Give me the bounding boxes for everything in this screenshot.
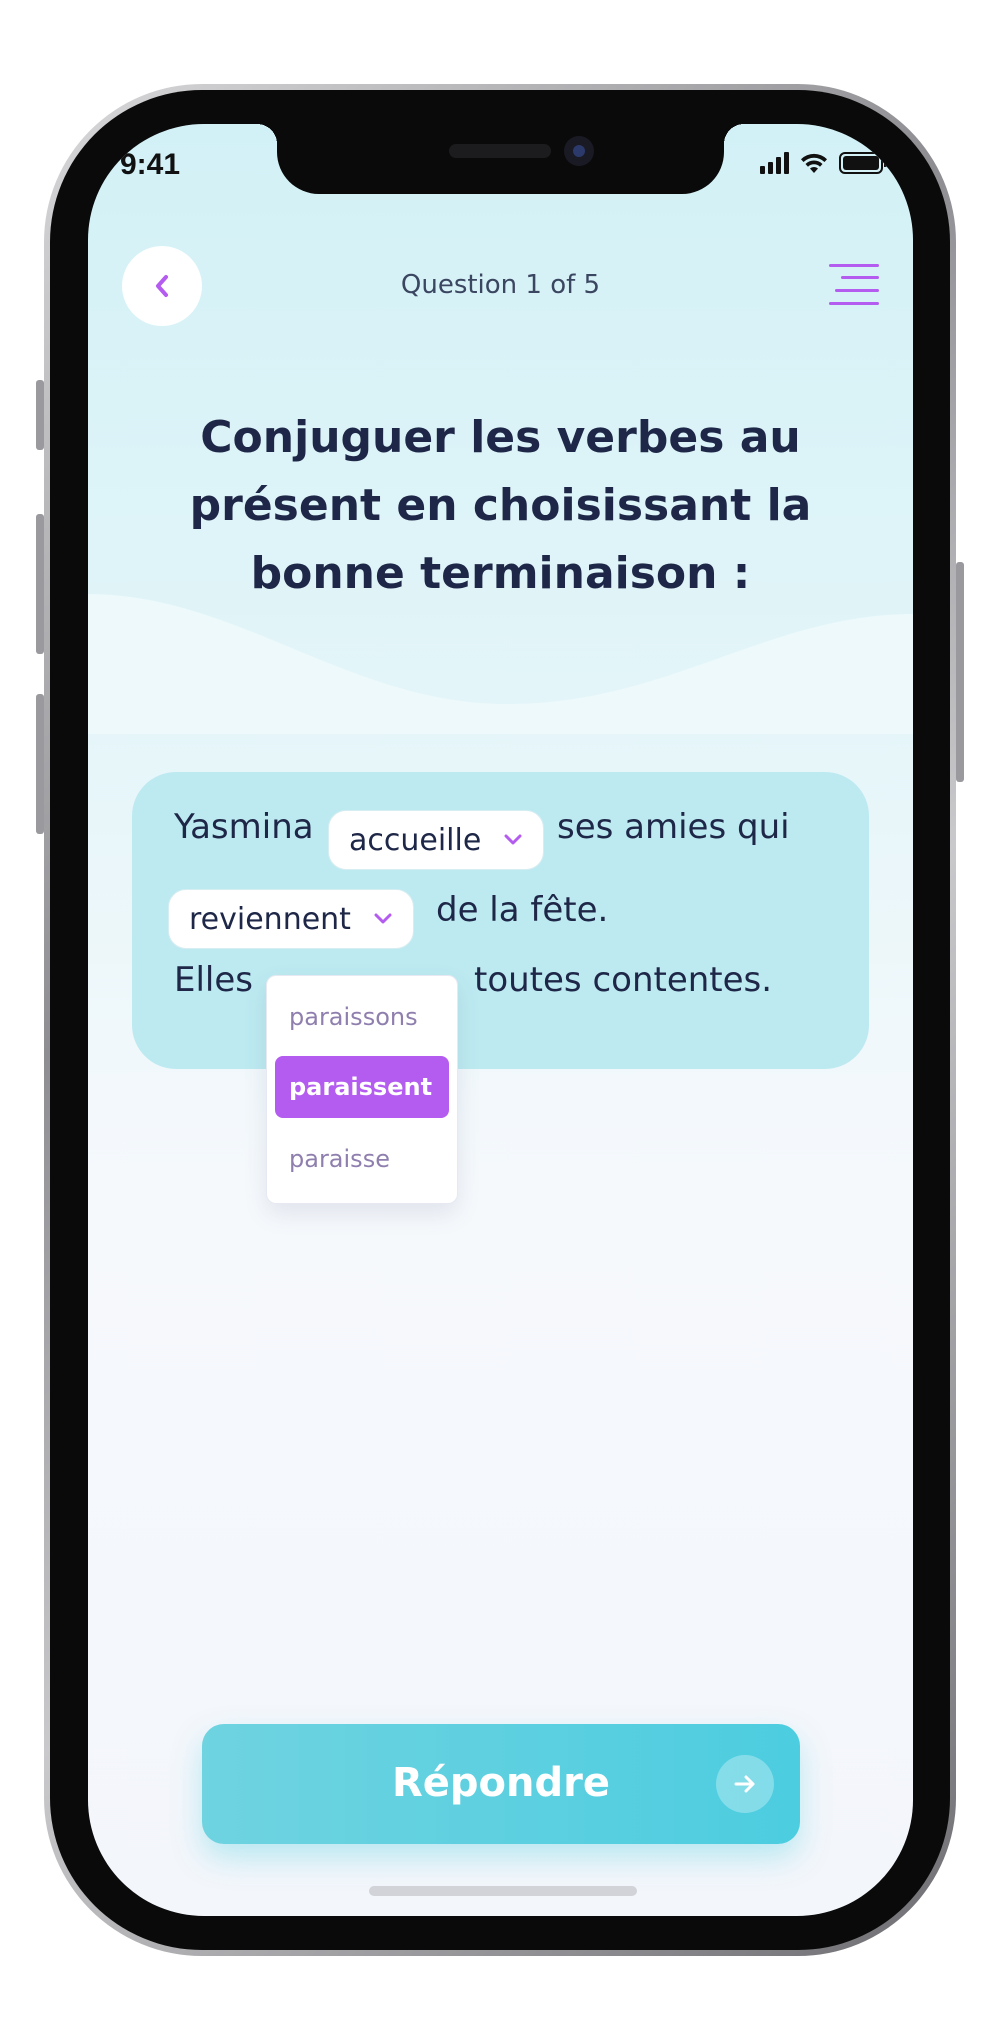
power-button	[956, 562, 964, 782]
mute-switch	[36, 380, 44, 450]
question-title: Conjuguer les verbes au présent en chois…	[148, 404, 853, 608]
chevron-down-icon	[504, 834, 522, 845]
question-title-line: présent en choisissant la	[189, 480, 812, 531]
dropdown-option-selected[interactable]: paraissent	[275, 1056, 449, 1118]
camera-notch	[257, 124, 744, 194]
front-camera	[564, 136, 594, 166]
battery-icon	[839, 152, 887, 174]
app-screen: 9:41 Question 1 of 5 Conjuguer les verbe…	[88, 124, 913, 1916]
verb-select-1[interactable]: accueille	[328, 810, 545, 870]
sentence-word: Yasmina	[174, 807, 314, 847]
decorative-wave	[88, 594, 913, 734]
earpiece-speaker	[449, 144, 551, 158]
verb-dropdown-menu: paraissons paraissent paraisse	[266, 975, 458, 1204]
menu-icon	[829, 264, 879, 267]
select-value: reviennent	[189, 901, 351, 937]
wifi-icon	[801, 153, 827, 173]
dropdown-option[interactable]: paraisse	[275, 1128, 449, 1190]
volume-up-button	[36, 514, 44, 654]
volume-down-button	[36, 694, 44, 834]
home-indicator	[369, 1886, 637, 1896]
arrow-right-icon	[716, 1755, 774, 1813]
submit-label: Répondre	[391, 1760, 610, 1806]
dropdown-option[interactable]: paraissons	[275, 986, 449, 1048]
select-value: accueille	[349, 822, 482, 858]
sentence-word: toutes contentes.	[474, 960, 773, 1000]
question-counter: Question 1 of 5	[400, 270, 601, 300]
verb-select-2[interactable]: reviennent	[168, 889, 414, 949]
submit-button[interactable]: Répondre	[202, 1724, 800, 1844]
status-icons	[760, 152, 887, 174]
sentence-word: de la fête.	[436, 890, 609, 930]
chevron-down-icon	[374, 913, 392, 924]
menu-button[interactable]	[829, 262, 879, 306]
question-title-line: Conjuguer les verbes au	[200, 412, 801, 463]
status-time: 9:41	[120, 148, 181, 181]
sentence-word: ses amies qui	[557, 807, 790, 847]
sentence-word: Elles	[174, 960, 254, 1000]
cellular-signal-icon	[760, 152, 789, 174]
